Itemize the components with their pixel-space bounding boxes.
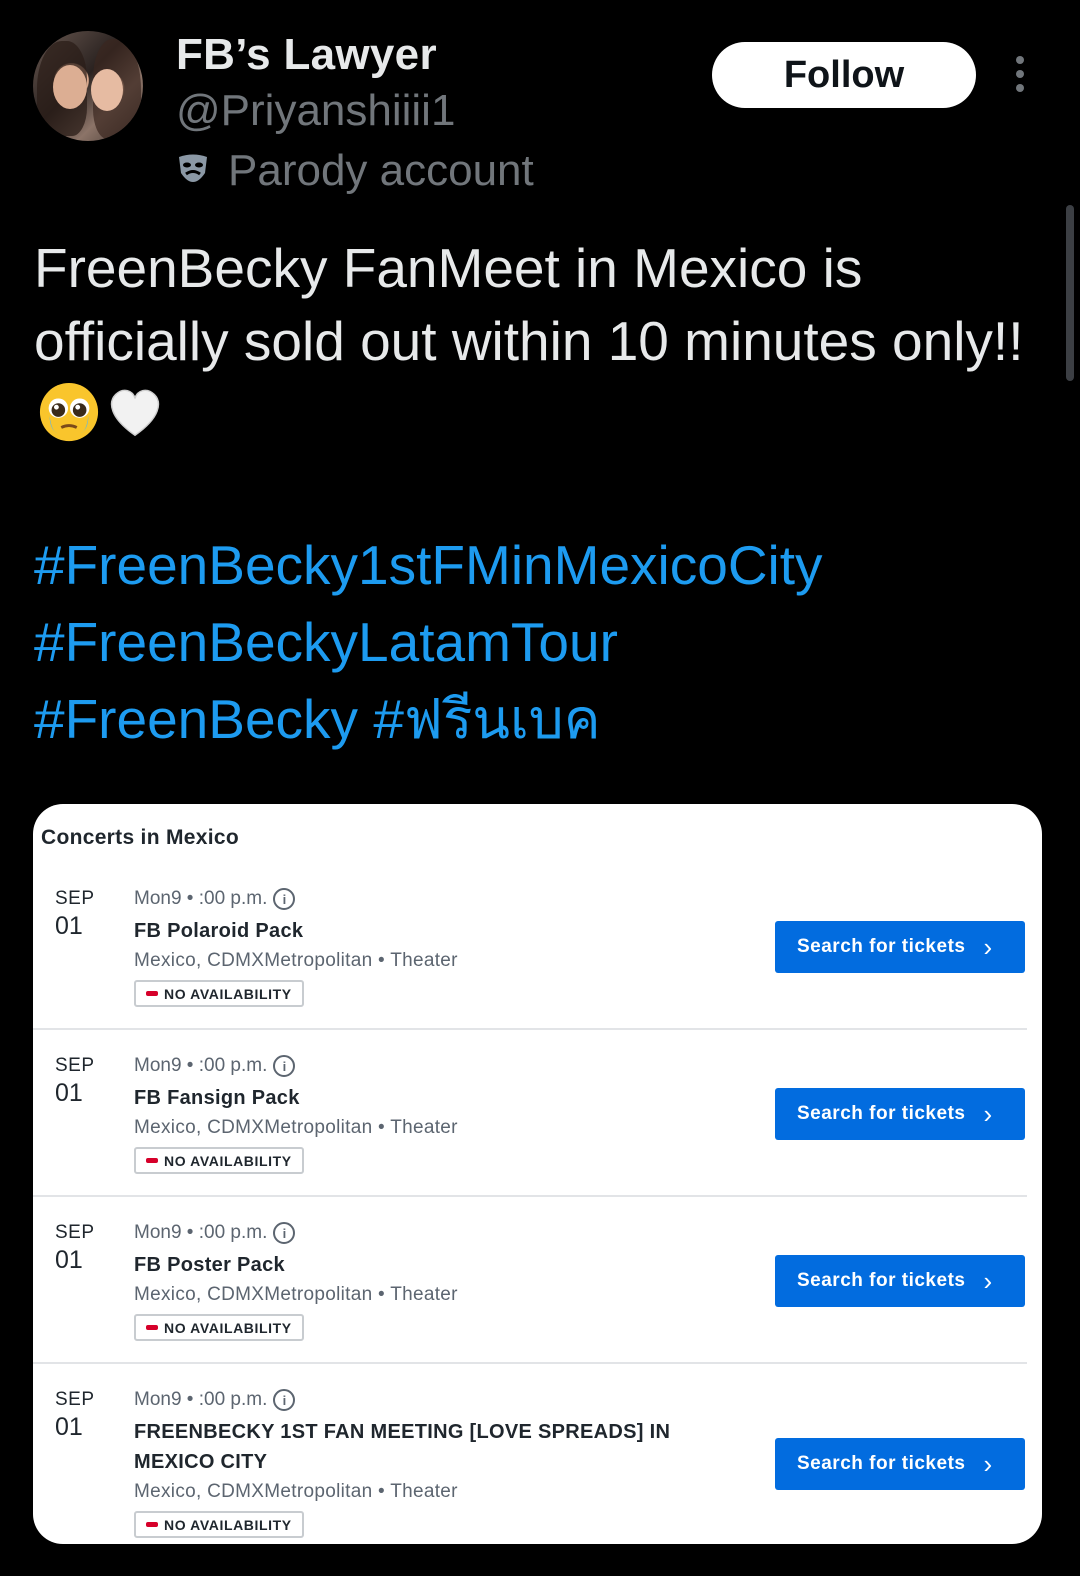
parody-label: Parody account [176,146,534,196]
user-handle[interactable]: @Priyanshiiii1 [176,86,455,136]
event-time: Mon9 • :00 p.m. i [134,1055,754,1077]
avatar-face-right [91,69,123,111]
info-icon[interactable]: i [273,888,296,910]
event-info: Mon9 • :00 p.m. i FB Fansign Pack Mexico,… [134,1055,754,1174]
event-row: SEP 01 Mon9 • :00 p.m. i FB Poster Pack M… [33,1222,1027,1364]
search-tickets-button[interactable]: Search for tickets › [775,1438,1025,1490]
event-month: SEP [55,1222,95,1243]
event-info: Mon9 • :00 p.m. i FB Poster Pack Mexico, … [134,1222,754,1341]
status-badge: NO AVAILABILITY [134,1511,304,1538]
status-text: NO AVAILABILITY [164,985,292,1002]
search-tickets-button[interactable]: Search for tickets › [775,1088,1025,1140]
pleading-face-icon [39,382,99,442]
event-time-text: Mon9 • :00 p.m. [134,1389,268,1410]
event-venue: Mexico, CDMXMetropolitan • Theater [134,1284,458,1305]
info-icon[interactable]: i [273,1389,296,1411]
event-date: SEP 01 [55,888,95,941]
info-icon[interactable]: i [273,1055,296,1077]
chevron-right-icon: › [983,1449,993,1479]
event-time-text: Mon9 • :00 p.m. [134,1222,268,1243]
status-text: NO AVAILABILITY [164,1516,292,1533]
event-venue: Mexico, CDMXMetropolitan • Theater [134,950,458,971]
scrollbar[interactable] [1066,205,1074,381]
event-row: SEP 01 Mon9 • :00 p.m. i FREENBECKY 1ST F… [33,1389,1027,1539]
card-title: Concerts in Mexico [41,826,239,849]
event-day: 01 [55,1079,83,1107]
event-month: SEP [55,1055,95,1076]
button-label: Search for tickets [797,1103,966,1124]
event-date: SEP 01 [55,1222,95,1275]
unavailable-icon [146,1158,158,1163]
avatar-face-left [53,65,87,109]
event-month: SEP [55,1389,95,1410]
chevron-right-icon: › [983,1099,993,1129]
button-label: Search for tickets [797,1453,966,1474]
event-info: Mon9 • :00 p.m. i FB Polaroid Pack Mexico… [134,888,754,1007]
unavailable-icon [146,991,158,996]
event-row: SEP 01 Mon9 • :00 p.m. i FB Polaroid Pack… [33,888,1027,1030]
hashtag-list: #FreenBecky1stFMinMexicoCity #FreenBecky… [34,527,1044,758]
event-venue: Mexico, CDMXMetropolitan • Theater [134,1481,458,1502]
status-text: NO AVAILABILITY [164,1319,292,1336]
event-time: Mon9 • :00 p.m. i [134,888,754,910]
tweet-text: FreenBecky FanMeet in Mexico is official… [34,232,1034,451]
hashtag-link[interactable]: #FreenBeckyLatamTour [34,611,618,673]
more-options-icon[interactable] [1010,56,1030,96]
unavailable-icon [146,1522,158,1527]
event-time: Mon9 • :00 p.m. i [134,1389,754,1411]
theater-mask-icon [179,154,207,182]
status-text: NO AVAILABILITY [164,1152,292,1169]
event-info: Mon9 • :00 p.m. i FREENBECKY 1ST FAN MEET… [134,1389,754,1538]
display-name[interactable]: FB’s Lawyer [176,30,437,80]
hashtag-link[interactable]: #ฟรีนเบค [373,688,600,750]
avatar[interactable] [33,31,143,141]
event-time-text: Mon9 • :00 p.m. [134,1055,268,1076]
event-day: 01 [55,912,83,940]
status-badge: NO AVAILABILITY [134,980,304,1007]
event-title[interactable]: FREENBECKY 1ST FAN MEETING [LOVE SPREADS… [134,1417,754,1477]
event-day: 01 [55,1246,83,1274]
event-date: SEP 01 [55,1055,95,1108]
event-date: SEP 01 [55,1389,95,1442]
event-month: SEP [55,888,95,909]
event-title[interactable]: FB Fansign Pack [134,1083,754,1113]
tweet-body: FreenBecky FanMeet in Mexico is official… [34,237,1024,372]
event-venue: Mexico, CDMXMetropolitan • Theater [134,1117,458,1138]
button-label: Search for tickets [797,936,966,957]
search-tickets-button[interactable]: Search for tickets › [775,921,1025,973]
status-badge: NO AVAILABILITY [134,1147,304,1174]
event-title[interactable]: FB Polaroid Pack [134,916,754,946]
white-heart-icon [110,389,160,437]
status-badge: NO AVAILABILITY [134,1314,304,1341]
hashtag-link[interactable]: #FreenBecky1stFMinMexicoCity [34,534,823,596]
media-screenshot-card[interactable]: Concerts in Mexico SEP 01 Mon9 • :00 p.m… [33,804,1042,1544]
event-time: Mon9 • :00 p.m. i [134,1222,754,1244]
follow-button[interactable]: Follow [712,42,976,108]
hashtag-link[interactable]: #FreenBecky [34,688,358,750]
event-title[interactable]: FB Poster Pack [134,1250,754,1280]
event-time-text: Mon9 • :00 p.m. [134,888,268,909]
button-label: Search for tickets [797,1270,966,1291]
search-tickets-button[interactable]: Search for tickets › [775,1255,1025,1307]
parody-text: Parody account [228,146,534,195]
event-day: 01 [55,1413,83,1441]
event-row: SEP 01 Mon9 • :00 p.m. i FB Fansign Pack … [33,1055,1027,1197]
info-icon[interactable]: i [273,1222,296,1244]
chevron-right-icon: › [983,932,993,962]
unavailable-icon [146,1325,158,1330]
chevron-right-icon: › [983,1266,993,1296]
